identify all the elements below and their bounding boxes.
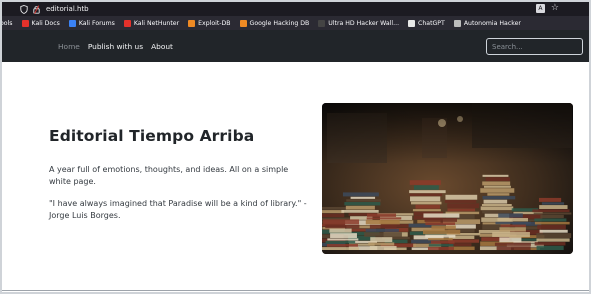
lock-icon[interactable] — [33, 4, 40, 14]
kali-docs-icon — [21, 19, 29, 27]
url-text[interactable]: editorial.htb — [46, 5, 89, 13]
address-bar[interactable]: editorial.htb A ☆ — [2, 2, 589, 16]
hero-quote: "I have always imagined that Paradise wi… — [49, 199, 307, 220]
bookmark-item[interactable]: Autonomia Hacker — [453, 19, 521, 27]
bookmark-label: Kali NetHunter — [133, 19, 180, 27]
bookmark-item[interactable]: Kali NetHunter — [123, 19, 180, 27]
nav-links: Home Publish with us About — [58, 42, 173, 51]
search-input[interactable] — [486, 38, 583, 55]
bookmark-label: Autonomia Hacker — [463, 19, 521, 27]
bookmark-label: ChatGPT — [418, 19, 445, 27]
bookmark-label: Google Hacking DB — [249, 19, 310, 27]
bookmark-item[interactable]: ChatGPT — [408, 19, 445, 27]
shield-icon[interactable] — [20, 4, 28, 14]
bookmark-label: Exploit-DB — [198, 19, 231, 27]
star-bookmark-icon[interactable]: ☆ — [551, 4, 559, 13]
nav-publish-link[interactable]: Publish with us — [88, 42, 143, 51]
bookmark-item[interactable]: Exploit-DB — [188, 19, 231, 27]
library-books-image — [322, 103, 573, 254]
exploit-db-icon — [188, 19, 196, 27]
hero-description: A year full of emotions, thoughts, and i… — [49, 165, 289, 186]
bookmark-item[interactable]: Kali Forums — [68, 19, 115, 27]
chatgpt-icon — [408, 19, 416, 27]
bookmark-label: Kali Forums — [78, 19, 115, 27]
globe-icon — [453, 19, 461, 27]
bookmark-item[interactable]: Kali Docs — [21, 19, 60, 27]
wallpaper-icon — [318, 19, 326, 27]
google-hacking-db-icon — [239, 19, 247, 27]
bookmark-item[interactable]: Google Hacking DB — [239, 19, 310, 27]
bookmark-label: Kali Docs — [31, 19, 60, 27]
nav-about-link[interactable]: About — [151, 42, 173, 51]
bookmark-label: Ultra HD Hacker Wall... — [328, 19, 400, 27]
bookmark-item[interactable]: ools — [0, 19, 13, 27]
hero-title: Editorial Tiempo Arriba — [49, 127, 255, 145]
bookmarks-bar: ools Kali Docs Kali Forums Kali NetHunter Ex… — [2, 16, 589, 30]
bookmark-item[interactable]: Ultra HD Hacker Wall... — [318, 19, 400, 27]
translate-icon[interactable]: A — [535, 4, 545, 13]
browser-window: editorial.htb A ☆ ools Kali Docs Kali Foru… — [0, 0, 591, 294]
bookmark-label: ools — [0, 19, 13, 27]
kali-forums-icon — [68, 19, 76, 27]
kali-nethunter-icon — [123, 19, 131, 27]
nav-home-link[interactable]: Home — [58, 42, 80, 51]
divider — [2, 290, 589, 291]
